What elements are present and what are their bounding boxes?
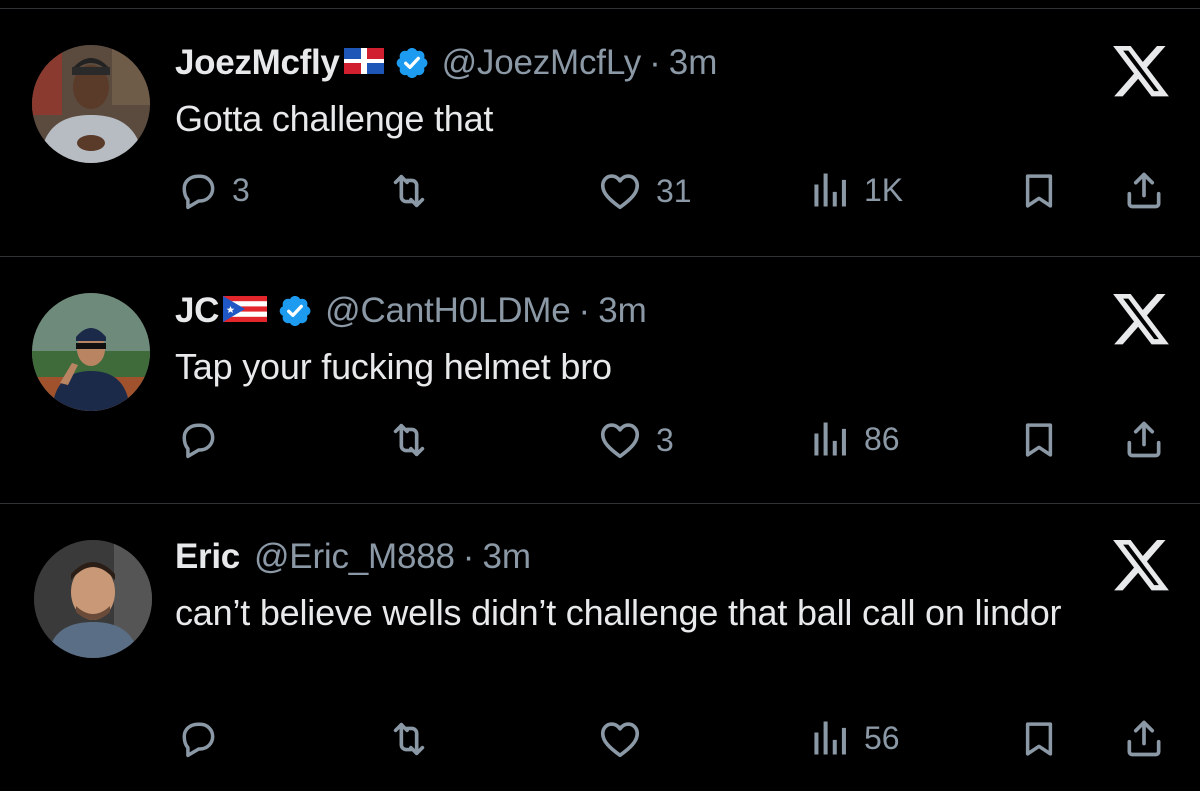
tweet-header: Eric @Eric_M888 · 3m	[175, 534, 531, 580]
reply-count: 3	[232, 171, 250, 208]
reply-button[interactable]	[176, 716, 232, 760]
dominican-republic-flag-icon	[343, 47, 384, 79]
tweet[interactable]: JC @CantH0LDMe · 3m Tap your fucking hel…	[0, 257, 1200, 503]
views-button[interactable]: 86	[808, 417, 900, 461]
retweet-button[interactable]	[386, 716, 444, 762]
like-count: 3	[656, 421, 674, 458]
views-bar-chart-icon	[808, 716, 852, 760]
view-count: 1K	[864, 171, 904, 208]
tweet-header: JC @CantH0LDMe · 3m	[175, 288, 647, 334]
reply-icon	[176, 417, 220, 461]
retweet-button[interactable]	[386, 417, 444, 463]
tweet-text: Tap your fucking helmet bro	[175, 346, 612, 387]
retweet-icon	[386, 417, 432, 463]
views-bar-chart-icon	[808, 417, 852, 461]
bookmark-icon	[1018, 718, 1060, 760]
verified-badge-icon	[394, 45, 430, 81]
like-button[interactable]: 31	[596, 168, 692, 214]
tweet[interactable]: Eric @Eric_M888 · 3m can’t believe wells…	[0, 504, 1200, 791]
share-icon	[1122, 716, 1166, 760]
separator-dot: ·	[462, 537, 475, 576]
separator-dot: ·	[578, 291, 591, 330]
like-count: 31	[656, 172, 692, 209]
share-icon	[1122, 417, 1166, 461]
retweet-icon	[386, 168, 432, 214]
share-button[interactable]	[1122, 716, 1166, 760]
views-bar-chart-icon	[808, 168, 852, 212]
bookmark-button[interactable]	[1018, 170, 1060, 212]
user-handle[interactable]: @Eric_M888	[254, 537, 455, 577]
share-icon	[1122, 168, 1166, 212]
bookmark-icon	[1018, 170, 1060, 212]
views-button[interactable]: 1K	[808, 168, 903, 212]
verified-badge-icon	[277, 293, 313, 329]
reply-icon	[176, 168, 220, 212]
views-button[interactable]: 56	[808, 716, 900, 760]
tweet[interactable]: JoezMcfly @JoezMcfLy · 3m Gotta challeng…	[0, 0, 1200, 256]
tweet-text: Gotta challenge that	[175, 98, 494, 139]
avatar[interactable]	[32, 293, 150, 411]
heart-icon	[596, 168, 644, 214]
reply-button[interactable]: 3	[176, 168, 250, 212]
share-button[interactable]	[1122, 168, 1166, 212]
bookmark-button[interactable]	[1018, 718, 1060, 760]
timestamp[interactable]: 3m	[669, 43, 718, 83]
reply-icon	[176, 716, 220, 760]
tweet-header: JoezMcfly @JoezMcfLy · 3m	[175, 40, 717, 86]
view-count: 86	[864, 420, 900, 457]
bookmark-icon	[1018, 419, 1060, 461]
display-name[interactable]: Eric	[175, 537, 240, 577]
heart-icon	[596, 417, 644, 463]
puerto-rico-flag-icon	[223, 295, 268, 327]
heart-icon	[596, 716, 644, 762]
display-name[interactable]: JC	[175, 291, 219, 331]
user-handle[interactable]: @CantH0LDMe	[325, 291, 571, 331]
share-button[interactable]	[1122, 417, 1166, 461]
timestamp[interactable]: 3m	[482, 537, 531, 577]
avatar[interactable]	[32, 45, 150, 163]
separator-dot: ·	[649, 43, 661, 82]
retweet-icon	[386, 716, 432, 762]
view-count: 56	[864, 719, 900, 756]
display-name[interactable]: JoezMcfly	[175, 43, 340, 83]
like-button[interactable]	[596, 716, 656, 762]
avatar[interactable]	[34, 540, 152, 658]
timestamp[interactable]: 3m	[598, 291, 647, 331]
retweet-button[interactable]	[386, 168, 444, 214]
user-handle[interactable]: @JoezMcfLy	[442, 43, 642, 83]
bookmark-button[interactable]	[1018, 419, 1060, 461]
reply-button[interactable]	[176, 417, 232, 461]
tweet-text: can’t believe wells didn’t challenge tha…	[175, 592, 1062, 633]
like-button[interactable]: 3	[596, 417, 674, 463]
